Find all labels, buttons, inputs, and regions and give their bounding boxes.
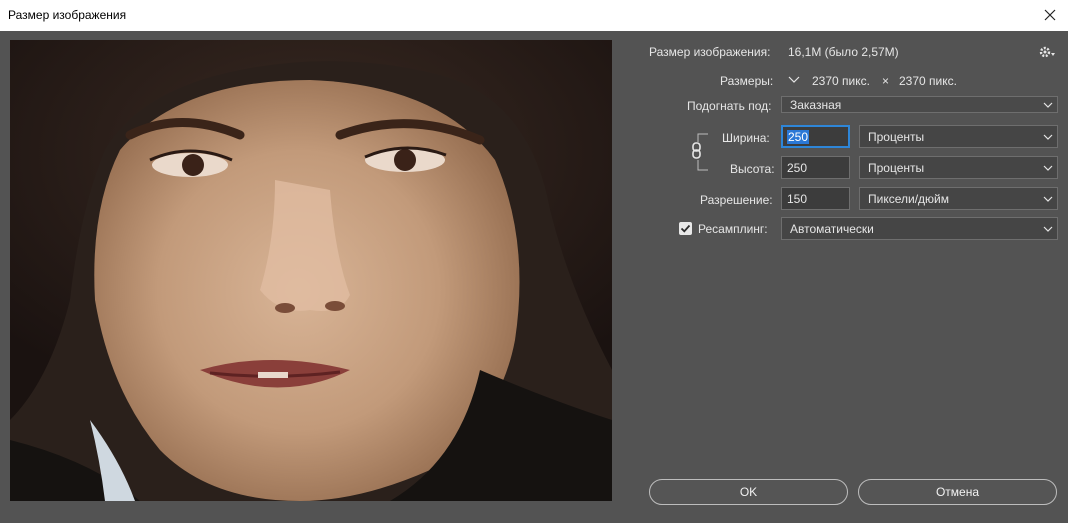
image-size-value: 16,1M (было 2,57M) [788,45,899,59]
image-size-label: Размер изображения: [649,45,771,59]
width-label: Ширина: [722,131,770,145]
chevron-down-icon[interactable] [786,72,802,88]
height-label: Высота: [730,162,775,176]
image-preview[interactable] [10,40,612,501]
title-bar: Размер изображения [0,0,1068,31]
dimensions-height: 2370 пикс. [899,74,957,88]
resample-checkbox[interactable] [679,222,692,235]
fit-to-label: Подогнать под: [687,99,772,113]
gear-icon[interactable] [1038,44,1058,60]
width-value: 250 [787,130,810,144]
height-input[interactable]: 250 [781,156,850,179]
resolution-unit-value: Пиксели/дюйм [868,192,949,206]
resample-value: Автоматически [790,222,874,236]
fit-to-dropdown[interactable]: Заказная [781,96,1058,113]
height-unit-dropdown[interactable]: Проценты [859,156,1058,179]
width-unit-value: Проценты [868,130,925,144]
resample-dropdown[interactable]: Автоматически [781,217,1058,240]
dimensions-width: 2370 пикс. [812,74,870,88]
chevron-down-icon [1043,165,1053,171]
resample-label: Ресамплинг: [698,222,768,236]
dialog-title: Размер изображения [8,8,127,22]
resolution-input[interactable]: 150 [781,187,850,210]
width-unit-dropdown[interactable]: Проценты [859,125,1058,148]
chevron-down-icon [1043,102,1053,108]
dimensions-label: Размеры: [720,74,774,88]
chevron-down-icon [1043,196,1053,202]
link-chain-icon[interactable] [690,142,704,160]
checkmark-icon [680,224,691,233]
close-icon[interactable] [1038,3,1062,27]
ok-button[interactable]: OK [649,479,848,505]
height-value: 250 [787,161,808,175]
height-unit-value: Проценты [868,161,925,175]
resolution-unit-dropdown[interactable]: Пиксели/дюйм [859,187,1058,210]
chevron-down-icon [1043,134,1053,140]
chevron-down-icon [1043,226,1053,232]
resolution-label: Разрешение: [700,193,773,207]
dimensions-separator: × [882,74,890,88]
cancel-button[interactable]: Отмена [858,479,1057,505]
width-input[interactable]: 250 [781,125,850,148]
resolution-value: 150 [787,192,808,206]
fit-to-value: Заказная [790,98,842,112]
